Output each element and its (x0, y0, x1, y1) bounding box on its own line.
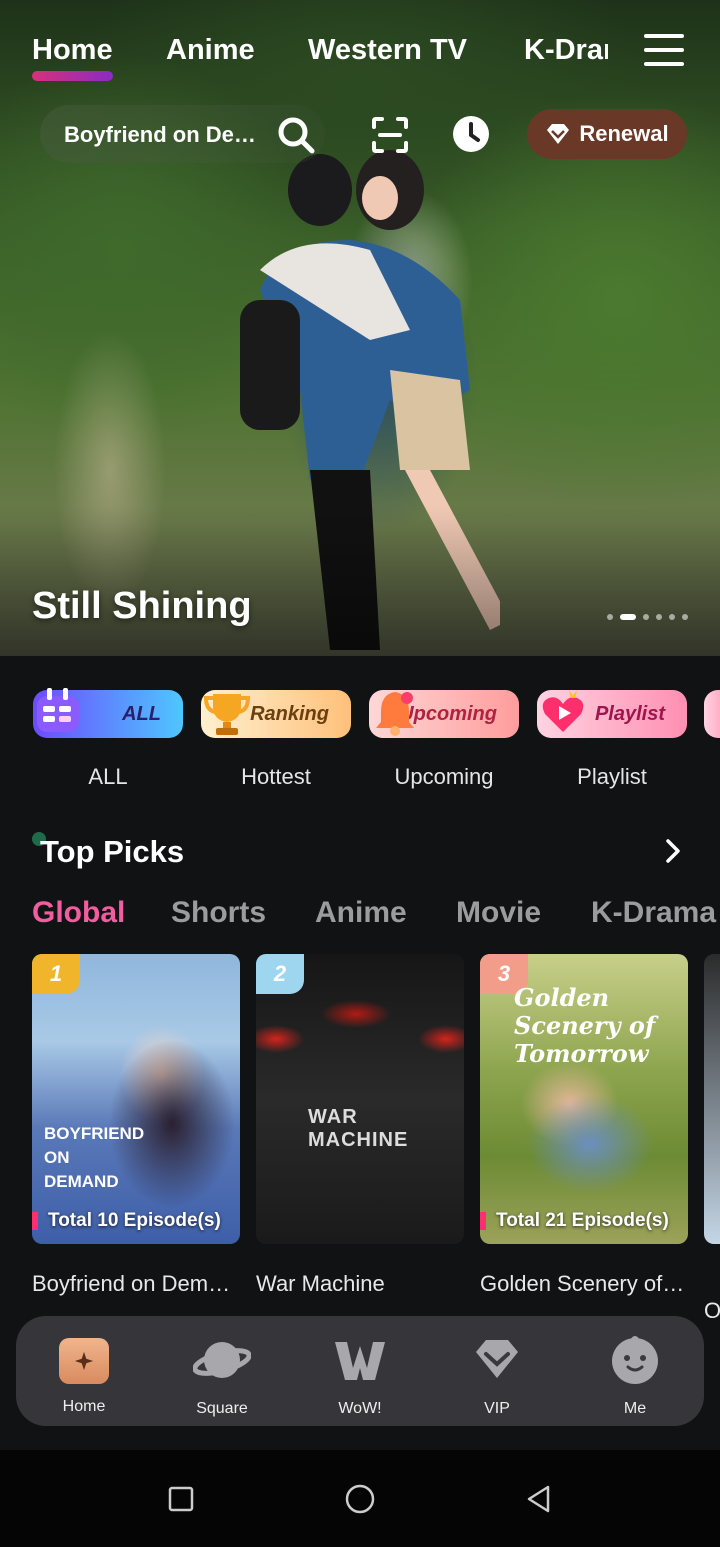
bottom-tab-bar: Home Square WoW! VIP Me (16, 1316, 704, 1426)
renewal-label: Renewal (579, 121, 669, 146)
top-navigation: Home Anime Western TV K-Drama (0, 28, 720, 81)
diamond-icon (547, 124, 570, 144)
profile-face-icon (612, 1336, 658, 1384)
filter-shorts[interactable]: Shorts (171, 896, 266, 930)
carousel-dot-active (620, 614, 636, 620)
carousel-dot (643, 614, 649, 620)
filter-anime[interactable]: Anime (315, 896, 407, 930)
tabbar-me-label: Me (623, 1400, 647, 1417)
tab-home[interactable]: Home (32, 34, 113, 81)
rank-badge: 2 (256, 954, 304, 994)
carousel-dot (669, 614, 675, 620)
tabbar-home-label: Home (62, 1398, 106, 1415)
tab-k-drama[interactable]: K-Drama (524, 34, 608, 67)
back-icon[interactable] (524, 1484, 554, 1514)
category-ranking-pill-text: Ranking (250, 702, 329, 725)
category-playlist-pill-text: Playlist (594, 702, 665, 725)
top-picks-title: Top Picks (40, 834, 185, 869)
carousel-indicator (607, 614, 688, 620)
carousel-dot (607, 614, 613, 620)
list-item[interactable]: 1 BOYFRIEND ON DEMAND Total 10 Episode(s… (32, 954, 240, 1297)
poster-logo-text: WAR MACHINE (308, 1106, 409, 1151)
trophy-icon (203, 694, 251, 735)
menu-icon[interactable] (644, 34, 684, 66)
tabbar-square[interactable]: Square (167, 1334, 277, 1418)
category-upcoming-label: Upcoming (394, 764, 494, 789)
renewal-button[interactable]: Renewal (527, 109, 687, 159)
top-picks-list: 1 BOYFRIEND ON DEMAND Total 10 Episode(s… (0, 954, 720, 1323)
history-icon[interactable] (452, 115, 490, 153)
search-icon[interactable] (276, 115, 316, 155)
poster-image[interactable]: 3 Golden Scenery of Tomorrow Total 21 Ep… (480, 954, 688, 1244)
category-row: ALL ALL Ranking Hottest Upcoming Upcomin… (0, 688, 720, 800)
category-ranking-pill[interactable]: Ranking (201, 690, 351, 738)
list-item[interactable]: 3 Golden Scenery of Tomorrow Total 21 Ep… (480, 954, 688, 1297)
poster-logo-text: Golden Scenery of Tomorrow (514, 983, 656, 1068)
filter-movie[interactable]: Movie (456, 896, 541, 930)
vip-diamond-icon (476, 1340, 518, 1378)
category-upcoming-pill[interactable]: Upcoming (369, 690, 519, 738)
tabbar-wow[interactable]: WoW! (305, 1334, 415, 1418)
poster-image[interactable]: 2 WAR MACHINE (256, 954, 464, 1244)
episode-count: Total 10 Episode(s) (32, 1210, 221, 1234)
tabbar-vip-label: VIP (484, 1400, 510, 1417)
chevron-right-icon[interactable] (664, 838, 682, 864)
category-upcoming[interactable]: Upcoming Upcoming (369, 690, 519, 790)
filter-k-drama[interactable]: K-Drama (591, 896, 716, 930)
tabbar-me[interactable]: Me (580, 1334, 690, 1418)
category-playlist[interactable]: Playlist Playlist (537, 690, 687, 790)
hero-artwork (240, 150, 500, 650)
category-playlist-label: Playlist (577, 764, 647, 789)
search-suggestion: Boyfriend on Demand (64, 122, 269, 147)
top-picks-filters: Global Shorts Anime Movie K-Drama (32, 896, 720, 936)
tab-western-tv[interactable]: Western TV (308, 34, 467, 67)
card-title[interactable]: War Machine (256, 1271, 464, 1297)
tabbar-vip[interactable]: VIP (442, 1334, 552, 1418)
category-hottest-label: Hottest (241, 764, 311, 789)
category-all[interactable]: ALL ALL (33, 688, 183, 790)
carousel-dot (656, 614, 662, 620)
bell-icon (376, 692, 414, 736)
recent-apps-icon[interactable] (166, 1484, 196, 1514)
home-icon (59, 1338, 109, 1384)
wow-icon (335, 1342, 385, 1380)
search-bar[interactable]: Boyfriend on Demand (40, 105, 325, 163)
tabbar-home[interactable]: Home (29, 1334, 139, 1416)
play-heart-icon (542, 690, 584, 732)
category-hottest[interactable]: Ranking Hottest (201, 690, 351, 790)
rank-badge: 1 (32, 954, 80, 994)
tabbar-square-label: Square (196, 1400, 248, 1417)
planet-icon (193, 1342, 251, 1378)
hero-banner[interactable] (0, 0, 720, 656)
calendar-icon (37, 688, 79, 732)
system-navigation-bar (0, 1450, 720, 1547)
category-next-peek[interactable] (704, 690, 720, 738)
category-playlist-pill[interactable]: Playlist (537, 690, 687, 738)
scan-icon[interactable] (370, 115, 410, 155)
filter-global[interactable]: Global (32, 896, 125, 930)
category-all-pill[interactable]: ALL (33, 688, 183, 738)
poster-image[interactable]: 1 BOYFRIEND ON DEMAND Total 10 Episode(s… (32, 954, 240, 1244)
hero-title[interactable]: Still Shining (32, 585, 252, 628)
next-card-title[interactable]: O (704, 1298, 720, 1324)
poster-logo-text: BOYFRIEND ON DEMAND (44, 1124, 145, 1191)
category-all-label: ALL (88, 764, 128, 789)
next-card-peek[interactable] (704, 954, 720, 1244)
home-button-icon[interactable] (344, 1483, 376, 1515)
card-title[interactable]: Golden Scenery of Tomorrow (480, 1271, 688, 1297)
top-picks-header[interactable]: Top Picks (32, 832, 692, 872)
list-item[interactable]: 2 WAR MACHINE War Machine (256, 954, 464, 1297)
category-all-pill-text: ALL (122, 702, 161, 725)
carousel-dot (682, 614, 688, 620)
tab-anime[interactable]: Anime (166, 34, 255, 67)
episode-count: Total 21 Episode(s) (480, 1210, 669, 1234)
tabbar-wow-label: WoW! (338, 1400, 382, 1417)
search-row: Boyfriend on Demand Renewal (0, 105, 720, 165)
card-title[interactable]: Boyfriend on Demand (32, 1271, 240, 1297)
